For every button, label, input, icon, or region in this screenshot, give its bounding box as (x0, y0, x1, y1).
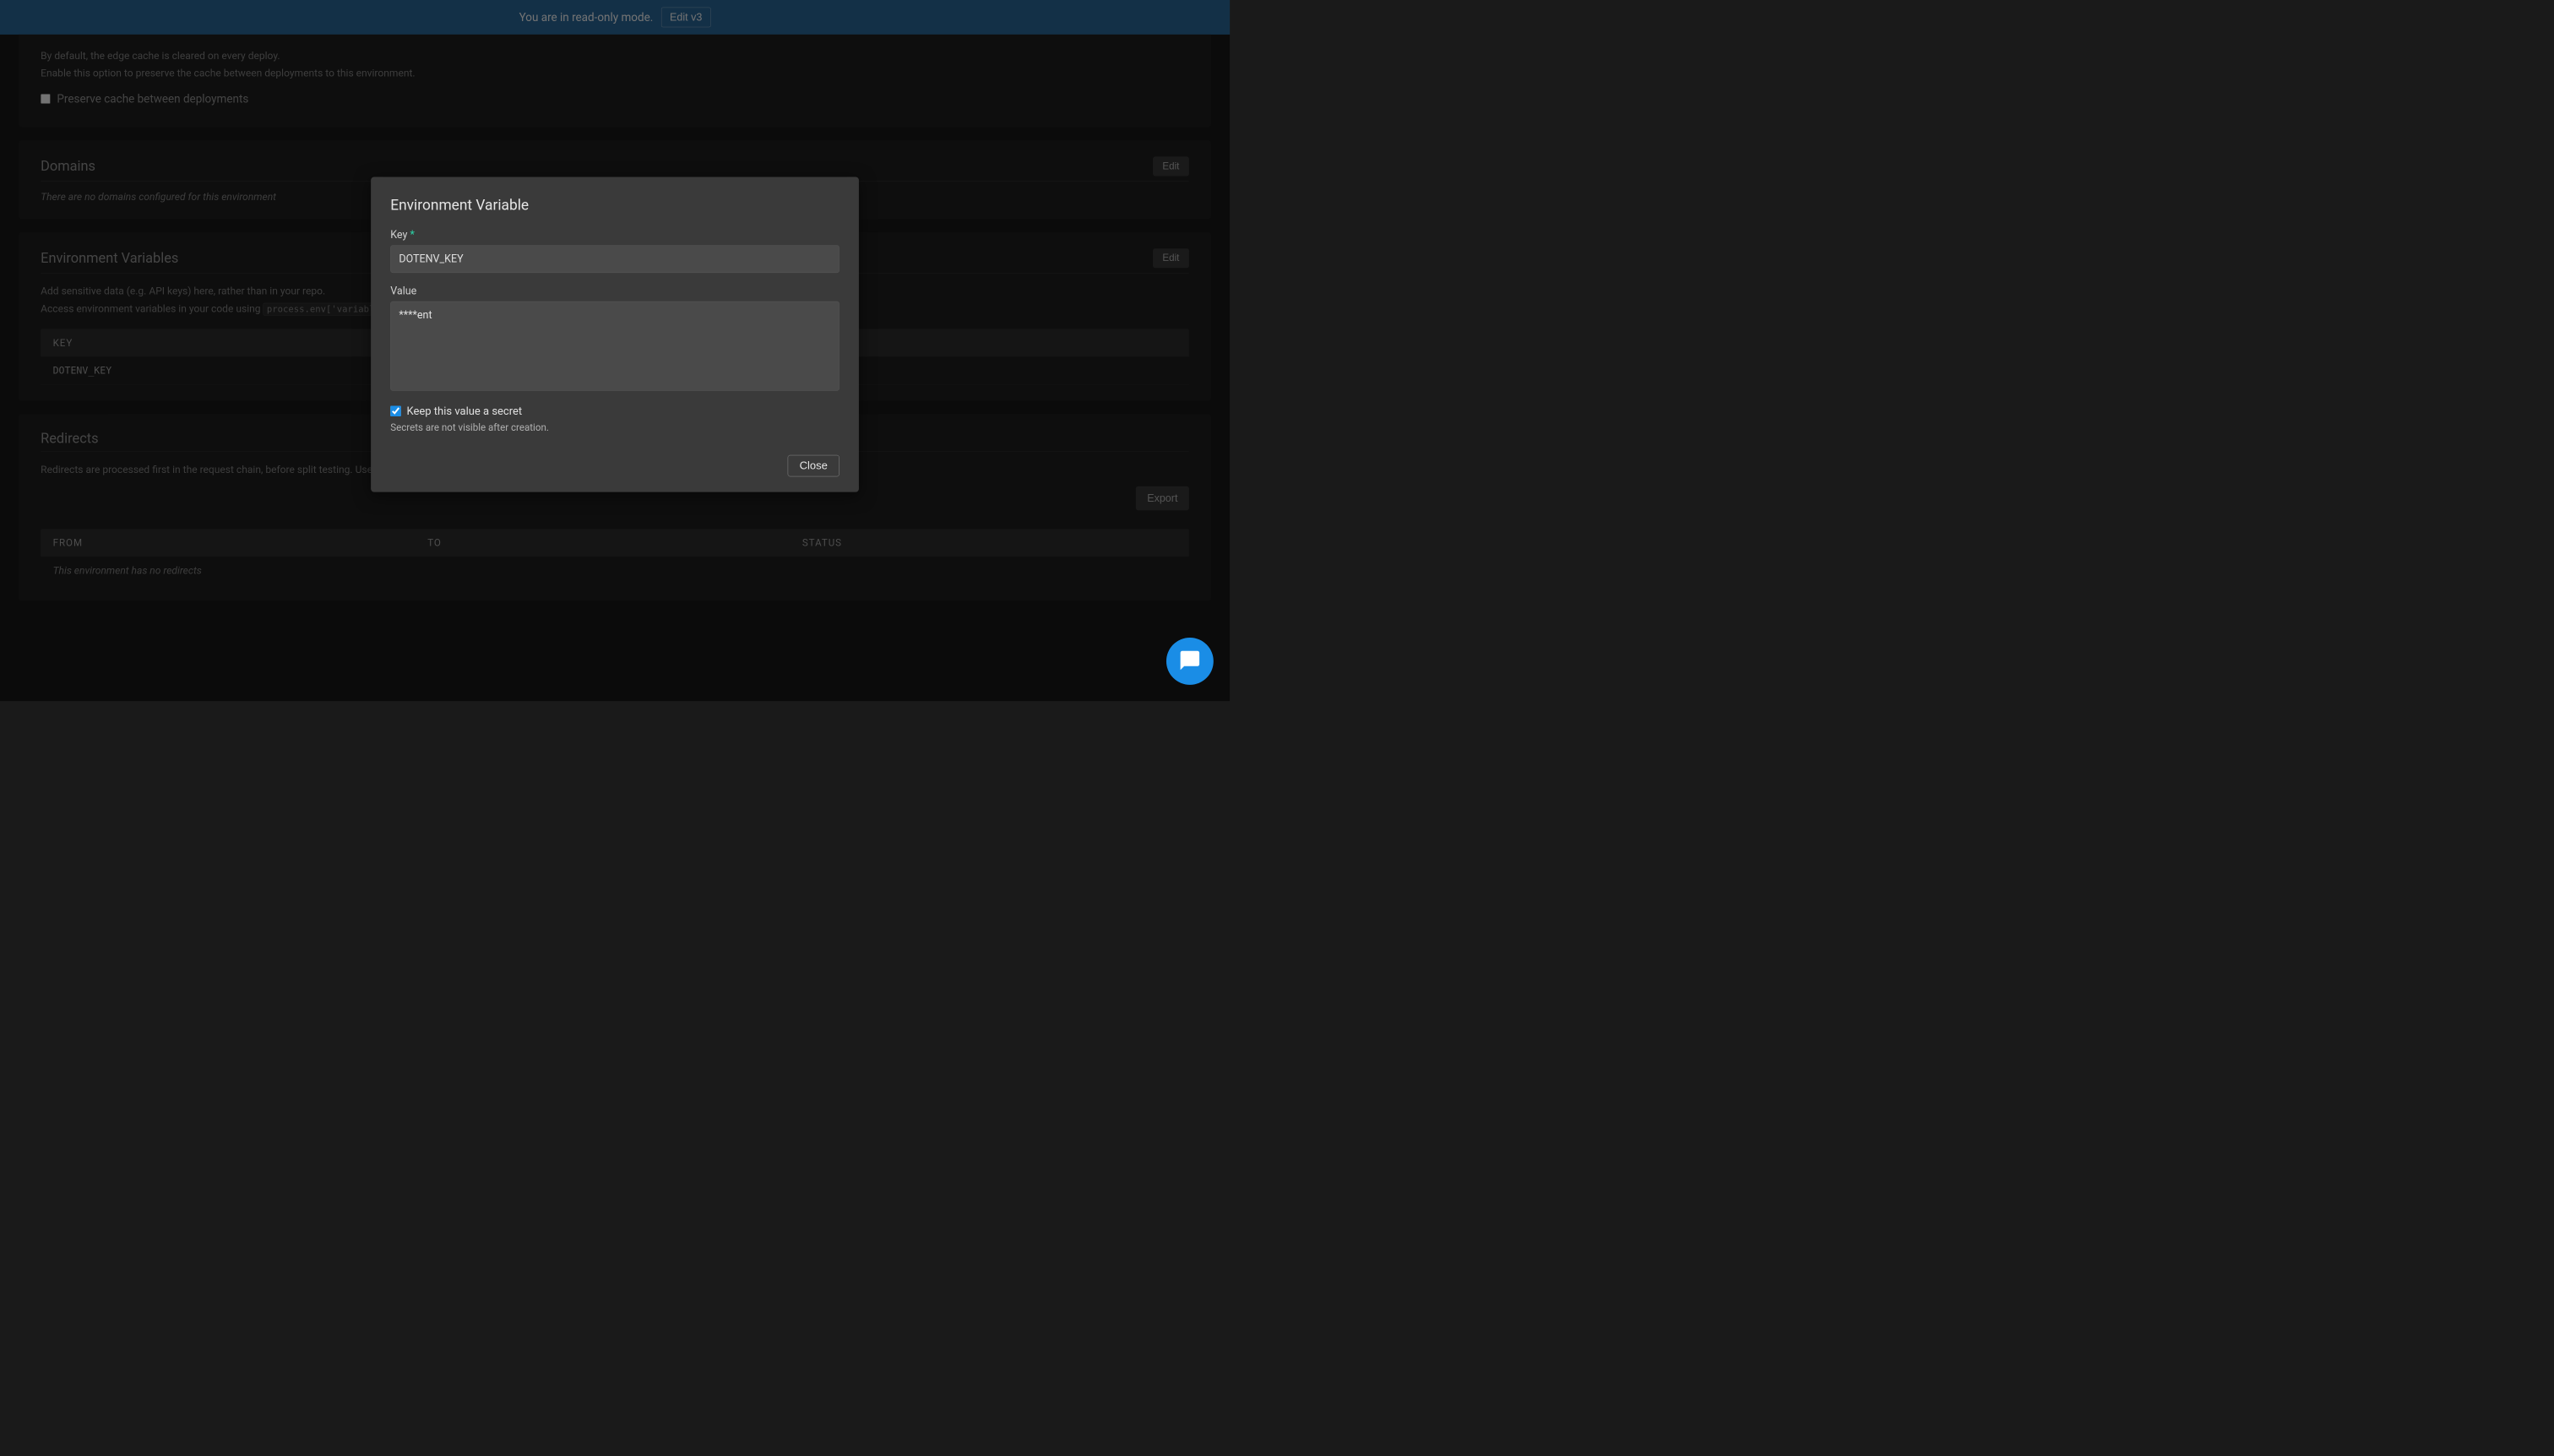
chat-fab-button[interactable] (1166, 638, 1214, 685)
modal-secret-checkbox-row[interactable]: Keep this value a secret (390, 405, 840, 417)
modal-secret-hint: Secrets are not visible after creation. (390, 421, 840, 432)
envvar-modal: Environment Variable Key * Value ****ent… (371, 177, 859, 492)
modal-secret-label: Keep this value a secret (407, 405, 523, 417)
modal-value-textarea[interactable]: ****ent (390, 302, 840, 391)
modal-key-input[interactable] (390, 245, 840, 273)
modal-key-label: Key * (390, 229, 840, 241)
required-asterisk: * (410, 229, 415, 241)
modal-value-label: Value (390, 285, 840, 297)
modal-close-button[interactable]: Close (788, 455, 840, 477)
chat-icon (1178, 649, 1201, 673)
modal-overlay[interactable]: Environment Variable Key * Value ****ent… (0, 0, 1230, 701)
modal-title: Environment Variable (390, 197, 840, 214)
modal-secret-checkbox[interactable] (390, 406, 401, 417)
